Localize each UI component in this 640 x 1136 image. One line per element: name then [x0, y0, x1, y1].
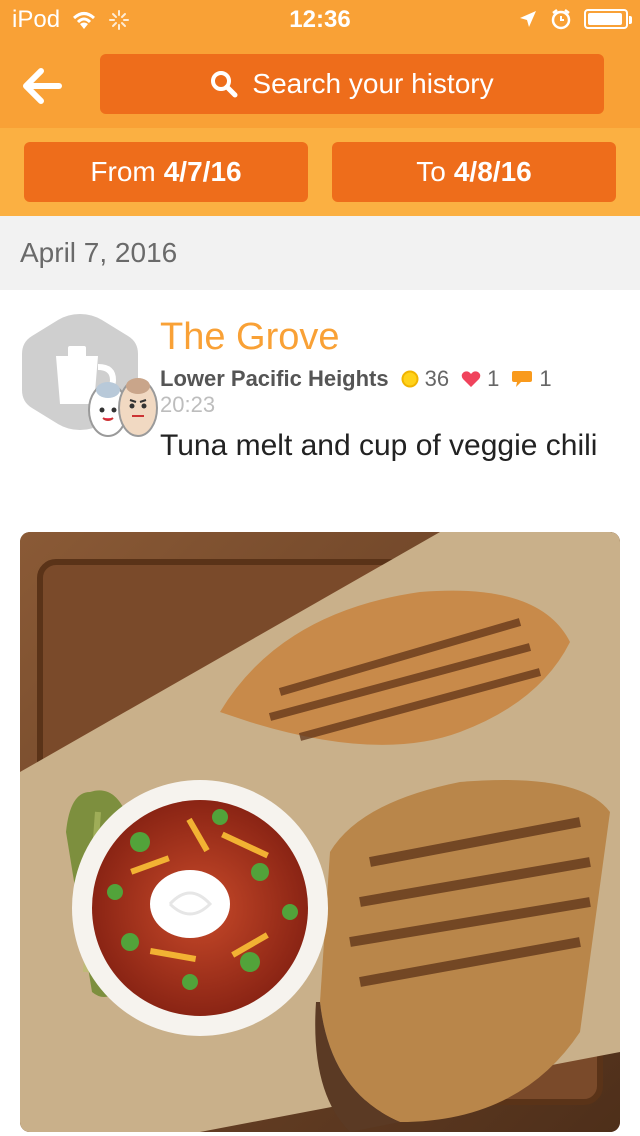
from-date-value: 4/7/16: [163, 156, 242, 187]
arrow-left-icon: [23, 68, 62, 104]
search-placeholder: Search your history: [252, 68, 494, 99]
likes-count: 1: [487, 366, 500, 391]
comments-count: 1: [539, 366, 552, 391]
back-button[interactable]: [18, 62, 66, 110]
date-section-header: April 7, 2016: [0, 216, 640, 290]
coins-count: 36: [424, 366, 450, 391]
to-label: To: [416, 156, 446, 187]
salt-pepper-sticker-icon: [88, 378, 158, 437]
checkin-photo[interactable]: [20, 532, 620, 1132]
battery-icon: [584, 9, 632, 29]
from-label: From: [90, 156, 156, 187]
alarm-clock-icon: [551, 9, 571, 30]
comment-bubble-icon: [512, 371, 533, 387]
likes-stat[interactable]: 1: [461, 366, 499, 392]
top-bar: iPod 12:36 Search your history: [0, 0, 640, 128]
comments-stat[interactable]: 1: [511, 366, 552, 392]
status-right: [518, 8, 632, 30]
food-photo-image: [20, 532, 620, 1132]
search-icon: [211, 71, 238, 98]
checkin-meta: Lower Pacific Heights 36 1 1: [160, 364, 620, 394]
heart-icon: [461, 371, 481, 387]
date-filter-bar: From 4/7/16 To 4/8/16: [0, 128, 640, 216]
coins-stat: 36: [401, 366, 449, 392]
to-date-value: 4/8/16: [453, 156, 532, 187]
checkin-card[interactable]: The Grove Lower Pacific Heights 36 1 1 2…: [0, 290, 640, 1136]
location-arrow-icon: [520, 11, 536, 27]
neighborhood-label: Lower Pacific Heights: [160, 366, 389, 391]
coin-icon: [401, 370, 419, 388]
venue-name[interactable]: The Grove: [160, 316, 340, 359]
search-history-button[interactable]: Search your history: [100, 54, 604, 114]
checkin-shout: Tuna melt and cup of veggie chili: [160, 429, 598, 462]
to-date-button[interactable]: To 4/8/16: [332, 142, 616, 202]
from-date-button[interactable]: From 4/7/16: [24, 142, 308, 202]
status-bar: iPod 12:36: [0, 0, 640, 40]
checkin-time: 20:23: [160, 392, 216, 417]
